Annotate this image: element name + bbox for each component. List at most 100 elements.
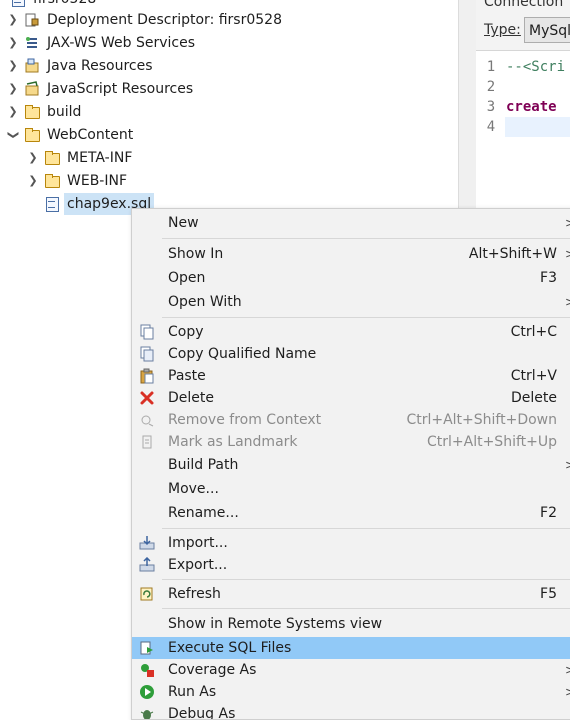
java-resources-icon [24,58,40,74]
expand-chevron-icon[interactable]: ❯ [6,55,20,77]
delete-icon [139,390,155,406]
deployment-descriptor-icon [24,12,40,28]
menu-item-delete[interactable]: Delete Delete [132,387,570,409]
menu-item-rename[interactable]: Rename... F2 [132,502,570,524]
submenu-arrow-icon: > [565,659,570,681]
menu-separator [162,579,570,580]
menu-item-coverage-as[interactable]: Coverage As > [132,659,570,681]
folder-open-icon [24,127,40,143]
tree-item-deployment-descriptor[interactable]: ❯ Deployment Descriptor: firsr0528 [6,9,285,31]
submenu-arrow-icon: > [565,681,570,703]
code-line-1[interactable]: --<Scri [506,59,565,75]
menu-item-refresh[interactable]: Refresh F5 [132,583,570,605]
menu-item-copy[interactable]: Copy Ctrl+C [132,321,570,343]
tree-item-javascript-resources[interactable]: ❯ JavaScript Resources [6,78,196,100]
tree-item-label: Deployment Descriptor: firsr0528 [47,12,282,28]
menu-item-import[interactable]: Import... [132,532,570,554]
code-line-3[interactable]: create [506,99,557,115]
line-number: 4 [486,119,496,135]
line-number: 1 [486,59,496,75]
connection-bar: Connection Type: MySql [476,0,570,51]
menu-item-paste[interactable]: Paste Ctrl+V [132,365,570,387]
menu-item-copy-qualified-name[interactable]: Copy Qualified Name [132,343,570,365]
tree-item-label: WebContent [47,127,134,143]
tree-item-web-inf[interactable]: ❯ WEB-INF [26,170,130,192]
menu-item-new[interactable]: New > [132,212,570,234]
shortcut-text: Ctrl+C [510,324,557,340]
remove-from-context-icon [139,412,155,428]
menu-item-move[interactable]: Move... [132,478,570,500]
sql-file-icon [44,196,60,212]
shortcut-text: Ctrl+Alt+Shift+Down [406,412,557,428]
copy-icon [139,324,155,340]
menu-item-export[interactable]: Export... [132,554,570,576]
current-line-highlight [505,117,570,137]
submenu-arrow-icon: > [565,291,570,313]
expand-chevron-icon[interactable]: ❯ [26,170,40,192]
menu-item-open[interactable]: Open F3 [132,267,570,289]
menu-separator [162,238,570,239]
context-menu: New > Show In Alt+Shift+W > Open F3 Open… [131,208,570,720]
type-label: Type: [484,22,521,38]
debug-icon [139,706,155,719]
menu-separator [162,528,570,529]
paste-icon [139,368,155,384]
folder-icon [44,150,60,166]
menu-item-run-as[interactable]: Run As > [132,681,570,703]
tree-item-label: JAX-WS Web Services [47,35,196,51]
tree-item-java-resources[interactable]: ❯ Java Resources [6,55,156,77]
tree-item-webcontent[interactable]: ❯ WebContent [6,124,136,146]
export-icon [139,557,155,573]
tree-item-meta-inf[interactable]: ❯ META-INF [26,147,135,169]
web-services-icon [24,35,40,51]
shortcut-text: Ctrl+Alt+Shift+Up [426,434,557,450]
menu-item-show-remote-systems[interactable]: Show in Remote Systems view [132,613,570,635]
landmark-icon [139,434,155,450]
expand-chevron-icon[interactable]: ❯ [6,32,20,54]
folder-icon [24,104,40,120]
execute-sql-icon [139,640,155,656]
menu-item-remove-from-context: Remove from Context Ctrl+Alt+Shift+Down [132,409,570,431]
shortcut-text: F3 [540,270,557,286]
copy-qualified-name-icon [139,346,155,362]
submenu-arrow-icon: > [565,454,570,476]
folder-icon [44,173,60,189]
connection-title: Connection [484,0,564,10]
expand-chevron-icon[interactable]: ❯ [26,147,40,169]
tree-item-jaxws[interactable]: ❯ JAX-WS Web Services [6,32,198,54]
menu-item-open-with[interactable]: Open With > [132,291,570,313]
menu-item-debug-as[interactable]: Debug As [132,703,570,719]
tree-item-label: JavaScript Resources [47,81,194,97]
submenu-arrow-icon: > [565,243,570,265]
shortcut-text: Ctrl+V [510,368,557,384]
tree-item-label: Java Resources [47,58,153,74]
shortcut-text: F2 [540,505,557,521]
tree-item-label: build [47,104,82,120]
expand-chevron-icon[interactable]: ❯ [6,9,20,31]
project-icon [10,0,26,7]
expand-chevron-icon[interactable]: ❯ [6,101,20,123]
run-icon [139,684,155,700]
tree-item-build[interactable]: ❯ build [6,101,84,123]
menu-item-build-path[interactable]: Build Path > [132,454,570,476]
expand-chevron-icon[interactable]: ❯ [6,78,20,100]
line-number: 3 [486,99,496,115]
menu-separator [162,608,570,609]
menu-item-mark-as-landmark: Mark as Landmark Ctrl+Alt+Shift+Up [132,431,570,453]
connection-type-select[interactable]: MySql [524,17,570,43]
menu-item-show-in[interactable]: Show In Alt+Shift+W > [132,243,570,265]
shortcut-text: Alt+Shift+W [468,246,557,262]
menu-item-execute-sql-files[interactable]: Execute SQL Files [132,637,570,659]
shortcut-text: Delete [511,390,557,406]
menu-separator [162,317,570,318]
line-number: 2 [486,79,496,95]
shortcut-text: F5 [540,586,557,602]
tree-item-label: WEB-INF [67,173,127,189]
collapse-chevron-icon[interactable]: ❯ [2,128,24,142]
javascript-resources-icon [24,81,40,97]
coverage-icon [139,662,155,678]
tree-item-label: META-INF [67,150,133,166]
refresh-icon [139,586,155,602]
submenu-arrow-icon: > [565,212,570,234]
import-icon [139,535,155,551]
